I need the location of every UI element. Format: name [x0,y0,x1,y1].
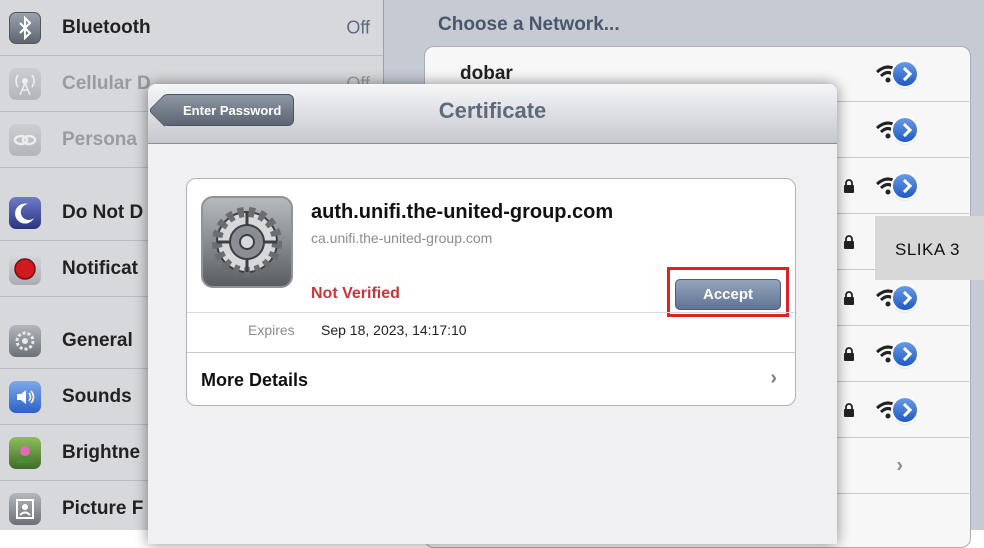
choose-network-header: Choose a Network... [438,14,620,35]
lock-icon [844,290,854,305]
lock-icon [844,234,854,249]
gear-icon [9,324,41,357]
sidebar-item-label: Sounds [62,385,132,407]
expires-value: Sep 18, 2023, 14:17:10 [321,322,467,338]
sidebar-item-label: Picture F [62,497,144,519]
certificate-gear-icon [201,196,293,288]
sidebar-item-bluetooth[interactable]: Bluetooth Off [0,0,384,56]
verification-status: Not Verified [311,285,400,302]
network-detail-button[interactable] [893,117,917,142]
personal-hotspot-icon [9,123,41,156]
picture-frame-icon [9,492,41,525]
certificate-name: auth.unifi.the-united-group.com [311,201,614,223]
speaker-icon [9,380,41,413]
network-detail-button[interactable] [893,173,917,198]
brightness-icon [9,436,41,469]
sidebar-item-label: Do Not D [62,201,144,223]
sidebar-item-label: Bluetooth [62,16,151,38]
sidebar-item-value: Off [346,17,370,37]
certificate-issuer: ca.unifi.the-united-group.com [311,230,493,246]
sidebar-item-label: Brightne [62,441,141,463]
lock-icon [844,178,854,193]
network-detail-button[interactable] [893,397,917,422]
divider [187,312,795,313]
sidebar-item-label: Cellular D [62,72,151,94]
more-details-label: More Details [201,370,309,390]
sidebar-item-label: Persona [62,128,137,150]
network-name: dobar [460,62,513,84]
modal-title: Certificate [438,98,547,123]
chevron-right-icon: › [896,454,903,476]
sidebar-item-label: General [62,329,133,351]
lock-icon [844,346,854,361]
network-detail-button[interactable] [893,61,917,86]
expires-label: Expires [248,322,295,338]
network-detail-button[interactable] [893,285,917,310]
notifications-icon [9,252,41,285]
bluetooth-icon [9,11,41,44]
caption-text: SLIKA 3 [895,240,960,259]
accept-button[interactable]: Accept [675,279,781,310]
more-details-row[interactable]: More Details › [187,353,795,405]
network-detail-button[interactable] [893,341,917,366]
cellular-icon [9,67,41,100]
sidebar-item-label: Notificat [62,257,138,279]
moon-icon [9,196,41,229]
lock-icon [844,402,854,417]
chevron-right-icon: › [770,367,777,389]
